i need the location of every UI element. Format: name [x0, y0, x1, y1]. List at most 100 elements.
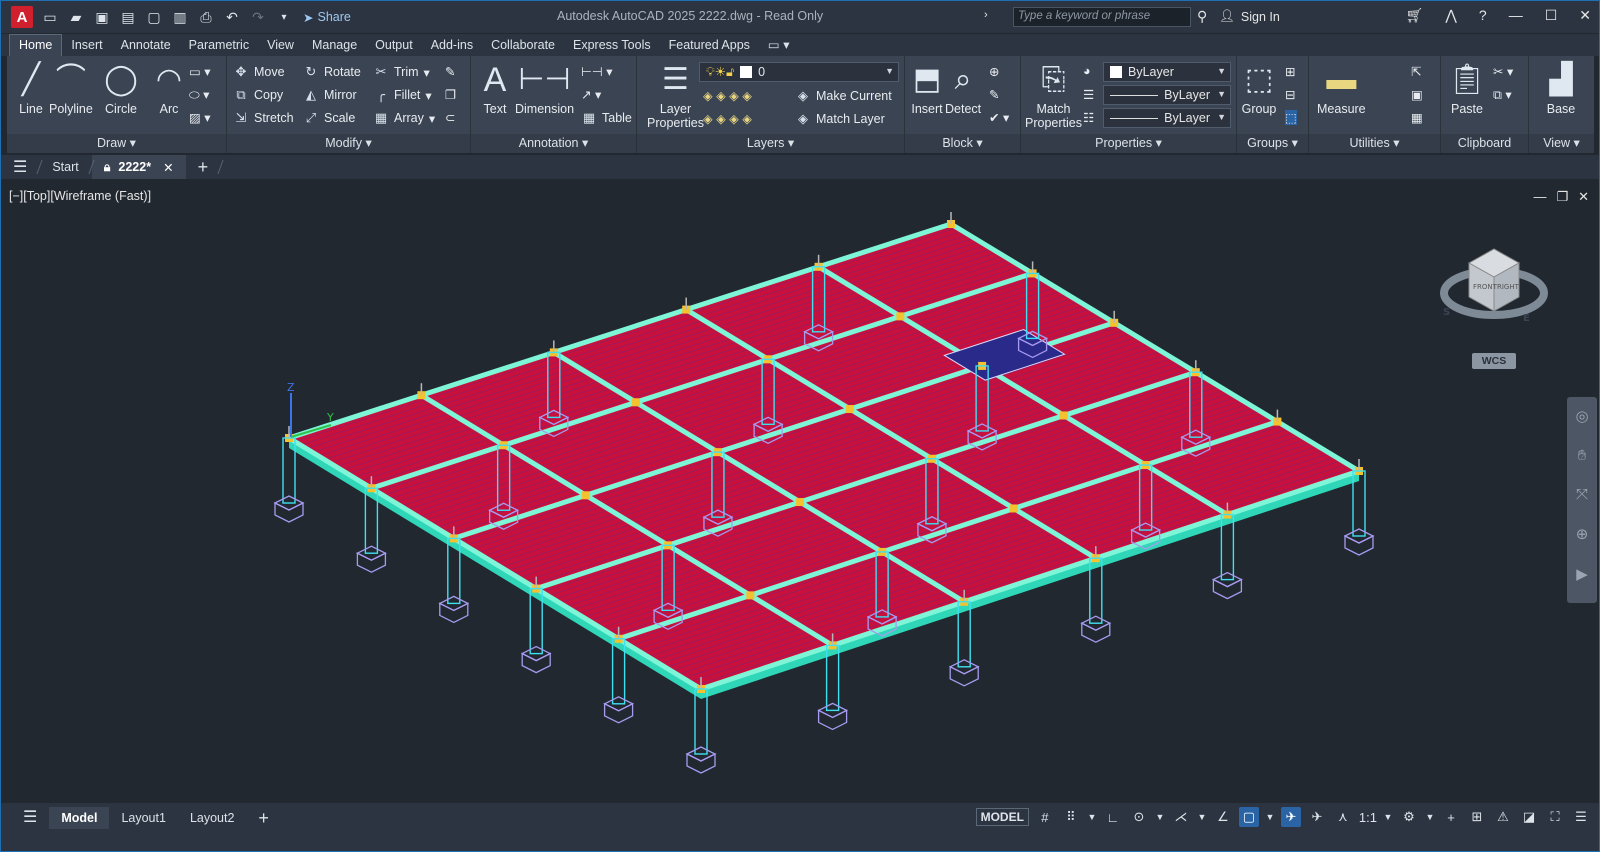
copy-clip-icon[interactable]: ⧉ ▾ — [1493, 87, 1512, 103]
linear-dimension-icon[interactable]: ⊢⊣ ▾ — [581, 64, 613, 79]
explode-icon[interactable]: ❐ — [445, 87, 456, 102]
text-button[interactable]: A Text — [477, 62, 513, 116]
insert-button[interactable]: ⬒ Insert — [909, 62, 945, 117]
chevron-down-icon[interactable]: ▼ — [1087, 807, 1097, 827]
app-logo-icon[interactable]: A — [11, 6, 33, 28]
share-button[interactable]: ➤ Share — [303, 10, 351, 25]
modify-panel-title[interactable]: Modify ▾ — [227, 134, 470, 153]
maximize-icon[interactable]: ☐ — [1545, 7, 1558, 24]
select-all-icon[interactable]: ▣ — [1411, 87, 1423, 102]
annotation-scale-value[interactable]: 1:1 — [1359, 810, 1377, 825]
layout-menu-icon[interactable]: ☰ — [11, 807, 49, 829]
help-icon[interactable]: ? — [1479, 7, 1487, 24]
orbit-icon[interactable]: ⊕ — [1576, 525, 1589, 543]
stretch-button[interactable]: ⇲ Stretch — [233, 110, 294, 126]
ribbon-tab-home[interactable]: Home — [9, 34, 63, 56]
group-selection-icon[interactable]: ⬚ — [1285, 110, 1297, 125]
start-tab[interactable]: Start — [40, 155, 90, 179]
block-panel-title[interactable]: Block ▾ — [905, 134, 1020, 153]
customization-menu-icon[interactable]: ☰ — [1571, 807, 1591, 827]
drawing-viewport[interactable]: [−][Top][Wireframe (Fast)] — ❐ ✕ ZY FRON… — [1, 181, 1599, 803]
drawing-tab[interactable]: 🔒︎ 2222* ✕ — [91, 155, 186, 179]
chevron-down-icon[interactable]: ▼ — [1425, 807, 1435, 827]
chevron-down-icon[interactable]: ▼ — [1155, 807, 1165, 827]
web-mobile-icon[interactable]: ▢ — [143, 6, 165, 28]
groups-panel-title[interactable]: Groups ▾ — [1237, 134, 1308, 153]
copy-button[interactable]: ⧉ Copy — [233, 87, 283, 103]
ribbon-tab-manage[interactable]: Manage — [303, 35, 366, 56]
showmotion-icon[interactable]: ▶ — [1576, 565, 1588, 583]
viewcube[interactable]: FRONT RIGHT S E — [1439, 221, 1549, 331]
ribbon-tab-output[interactable]: Output — [366, 35, 422, 56]
chevron-down-icon[interactable]: ▼ — [1383, 807, 1393, 827]
pan-icon[interactable]: ✋︎ — [1578, 447, 1587, 464]
redo-icon[interactable]: ↷ — [247, 6, 269, 28]
hamburger-menu-icon[interactable]: ☰ — [1, 155, 39, 179]
ribbon-tab-annotate[interactable]: Annotate — [112, 35, 180, 56]
rectangle-icon[interactable]: ▭ ▾ — [189, 64, 211, 79]
rotate-button[interactable]: ↻ Rotate — [303, 64, 361, 80]
close-icon[interactable]: ✕ — [1579, 7, 1591, 24]
wcs-menu[interactable]: WCS — [1472, 353, 1516, 369]
annotation-panel-title[interactable]: Annotation ▾ — [471, 134, 636, 153]
units-icon[interactable]: ⊞ — [1467, 807, 1487, 827]
clipboard-panel-title[interactable]: Clipboard — [1441, 134, 1528, 153]
quick-properties-icon[interactable]: ⚠ — [1493, 807, 1513, 827]
isolate-objects-icon[interactable]: ◪ — [1519, 807, 1539, 827]
minimize-icon[interactable]: — — [1509, 7, 1523, 24]
annotation-scale-icon[interactable]: ⋏ — [1333, 807, 1353, 827]
steering-wheel-icon[interactable]: ◎ — [1575, 407, 1588, 425]
close-tab-icon[interactable]: ✕ — [163, 160, 173, 175]
new-tab-plus-icon[interactable]: + — [186, 155, 221, 179]
sign-in-button[interactable]: 👤︎ Sign In — [1219, 9, 1280, 24]
undo-icon[interactable]: ↶ — [221, 6, 243, 28]
line-button[interactable]: ╱ Line — [13, 62, 49, 117]
group-button[interactable]: ⬚ Group — [1241, 62, 1277, 117]
save-as-icon[interactable]: ▤ — [117, 6, 139, 28]
layer-properties-button[interactable]: ☰ Layer Properties — [647, 62, 704, 131]
match-properties-button[interactable]: ⎘ Match Properties — [1025, 62, 1082, 131]
array-button[interactable]: ▦ Array ▾ — [373, 110, 435, 126]
new-file-icon[interactable]: ▭ — [39, 6, 61, 28]
layout1-tab[interactable]: Layout1 — [109, 807, 177, 829]
attribute-icon[interactable]: ✔ ▾ — [989, 110, 1009, 125]
erase-icon[interactable]: ✎ — [445, 64, 455, 79]
plot-icon[interactable]: ⎙ — [195, 6, 217, 28]
annotation-visibility-icon[interactable]: ✈ — [1280, 807, 1301, 827]
ortho-icon[interactable]: ∟ — [1103, 807, 1123, 827]
model-tab[interactable]: Model — [49, 807, 110, 829]
match-layer-button[interactable]: ◈ Match Layer — [795, 111, 885, 127]
search-icon[interactable]: ⚲ — [1197, 8, 1207, 25]
calculator-icon[interactable]: ▦ — [1411, 110, 1423, 125]
chevron-down-icon[interactable]: ▼ — [1265, 807, 1275, 827]
color-dropdown[interactable]: ByLayer ▼ — [1103, 62, 1231, 82]
new-layout-plus-icon[interactable]: + — [246, 807, 281, 829]
create-block-icon[interactable]: ⊕ — [989, 64, 999, 79]
ungroup-icon[interactable]: ⊞ — [1285, 64, 1295, 79]
base-button[interactable]: ▟ Base — [1543, 62, 1579, 117]
edit-block-icon[interactable]: ✎ — [989, 87, 999, 102]
snap-icon[interactable]: ⠿ — [1061, 807, 1081, 827]
layer-tool-icons-row2[interactable]: ◈ ◈ ◈ ◈ — [703, 111, 752, 126]
grid-icon[interactable]: # — [1035, 807, 1055, 827]
polar-tracking-icon[interactable]: ⊙ — [1129, 807, 1149, 827]
isodraft-icon[interactable]: ⋌ — [1171, 807, 1191, 827]
trim-button[interactable]: ✂ Trim ▾ — [373, 64, 430, 80]
layer-tool-icons-row1[interactable]: ◈ ◈ ◈ ◈ — [703, 88, 752, 103]
layout2-tab[interactable]: Layout2 — [178, 807, 246, 829]
ribbon-tab-parametric[interactable]: Parametric — [180, 35, 258, 56]
polyline-button[interactable]: ⌒ Polyline — [49, 62, 93, 117]
chevron-right-icon[interactable]: › — [984, 9, 988, 21]
move-button[interactable]: ✥ Move — [233, 64, 285, 80]
ellipse-icon[interactable]: ⬭ ▾ — [189, 87, 209, 103]
ribbon-display-toggle-icon[interactable]: ▭ ▾ — [759, 34, 799, 56]
quick-select-icon[interactable]: ⇱ — [1411, 64, 1421, 79]
linetype-dropdown[interactable]: ByLayer ▼ — [1103, 108, 1231, 128]
circle-button[interactable]: ◯ Circle — [103, 62, 139, 117]
layers-panel-title[interactable]: Layers ▾ — [637, 134, 904, 153]
table-button[interactable]: ▦ Table — [581, 110, 632, 126]
zoom-extents-icon[interactable]: ⤧ — [1576, 486, 1588, 503]
ribbon-tab-collaborate[interactable]: Collaborate — [482, 35, 564, 56]
plus-icon[interactable]: + — [1441, 807, 1461, 827]
search-input[interactable]: Type a keyword or phrase — [1013, 7, 1191, 27]
